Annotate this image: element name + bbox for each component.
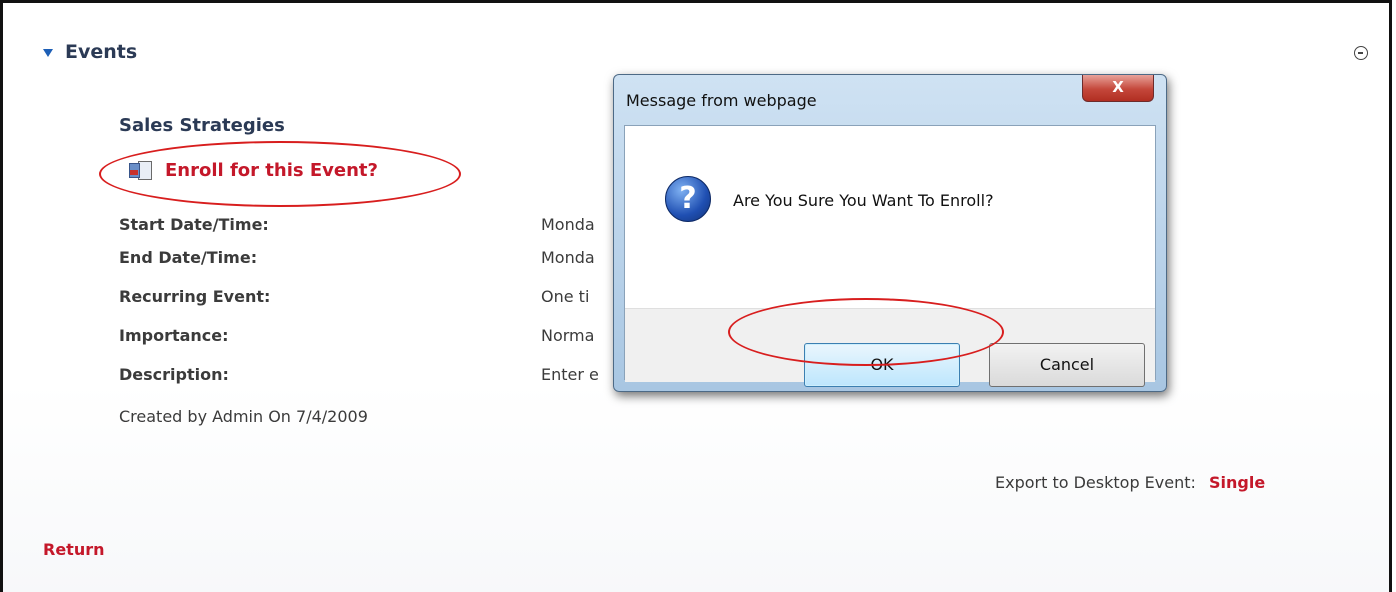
events-section-header[interactable]: Events [43, 41, 137, 63]
end-date-label: End Date/Time: [119, 248, 258, 267]
expand-triangle-icon [43, 48, 53, 57]
export-label: Export to Desktop Event: [995, 473, 1196, 492]
dialog-message: Are You Sure You Want To Enroll? [733, 191, 994, 210]
message-dialog: Message from webpage X ? Are You Sure Yo… [613, 74, 1167, 392]
export-row: Export to Desktop Event: Single [995, 473, 1265, 492]
collapse-circle-icon[interactable] [1354, 46, 1368, 60]
recurring-event-value: One ti [541, 287, 590, 306]
export-single-link[interactable]: Single [1209, 473, 1265, 492]
description-value: Enter e [541, 365, 599, 384]
return-link[interactable]: Return [43, 540, 105, 559]
ok-button[interactable]: OK [804, 343, 960, 387]
end-date-value: Monda [541, 248, 595, 267]
dialog-message-area: ? Are You Sure You Want To Enroll? [625, 126, 1155, 308]
recurring-event-label: Recurring Event: [119, 287, 271, 306]
event-title: Sales Strategies [119, 115, 285, 136]
cancel-button[interactable]: Cancel [989, 343, 1145, 387]
close-icon[interactable]: X [1082, 75, 1154, 102]
dialog-body: ? Are You Sure You Want To Enroll? OK Ca… [624, 125, 1156, 387]
description-label: Description: [119, 365, 229, 384]
dialog-button-bar: OK Cancel [625, 308, 1155, 387]
enroll-link-label: Enroll for this Event? [165, 160, 378, 181]
start-date-label: Start Date/Time: [119, 215, 269, 234]
importance-label: Importance: [119, 326, 229, 345]
enroll-event-link[interactable]: Enroll for this Event? [129, 160, 378, 181]
enroll-calendar-icon [129, 160, 152, 181]
start-date-value: Monda [541, 215, 595, 234]
created-by-text: Created by Admin On 7/4/2009 [119, 407, 368, 426]
events-section-title: Events [65, 41, 138, 63]
importance-value: Norma [541, 326, 595, 345]
question-icon: ? [665, 176, 711, 222]
dialog-title: Message from webpage [626, 91, 817, 110]
